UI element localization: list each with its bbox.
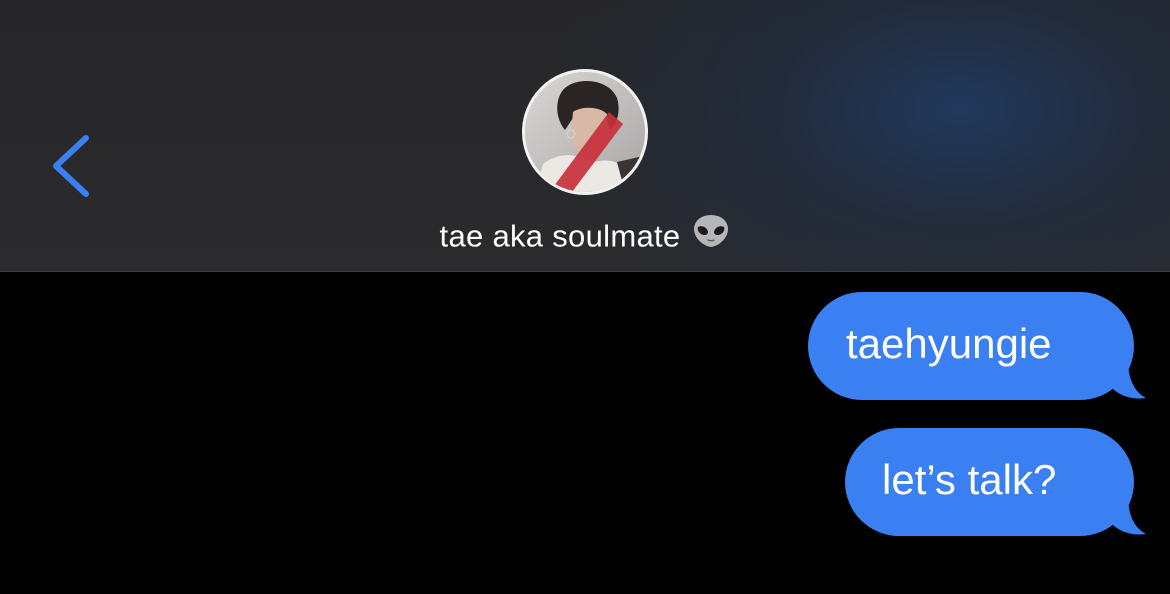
message-text: let’s talk? — [882, 456, 1057, 503]
chat-screen: tae aka soulmate taehyungie let’s talk? — [0, 0, 1170, 594]
bubble-tail — [1106, 360, 1146, 400]
message-bubble-outgoing[interactable]: taehyungie — [808, 292, 1146, 400]
contact-name-label: tae aka soulmate — [439, 218, 681, 254]
contact-avatar[interactable] — [522, 69, 648, 195]
conversation-header: tae aka soulmate — [0, 0, 1170, 272]
chevron-left-icon — [40, 126, 100, 206]
message-bubble-outgoing[interactable]: let’s talk? — [845, 428, 1146, 536]
bubble-tail — [1106, 496, 1146, 536]
alien-emoji-icon — [692, 213, 730, 258]
message-text: taehyungie — [846, 320, 1052, 367]
back-button[interactable] — [40, 126, 100, 206]
contact-name[interactable]: tae aka soulmate — [0, 213, 1170, 261]
